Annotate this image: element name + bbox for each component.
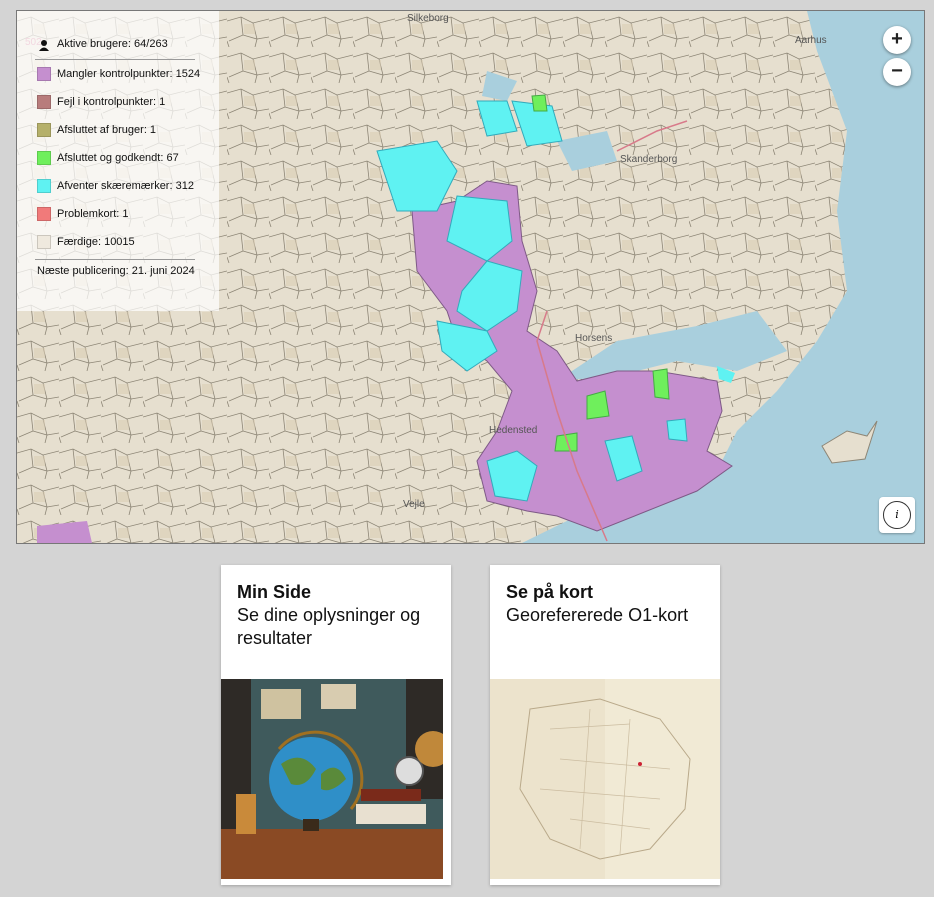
card-subtitle: Se dine oplysninger og resultater [237, 605, 421, 648]
place-label: Vejle [403, 499, 425, 510]
card-subtitle: Georefererede O1-kort [506, 605, 689, 625]
legend-swatch [37, 95, 51, 109]
legend-item: Problemkort: 1 [37, 206, 129, 222]
old-map-image [490, 679, 720, 879]
place-label: Hedensted [489, 425, 538, 436]
map-legend: Aktive brugere: 64/263 Mangler kontrolpu… [17, 11, 219, 311]
legend-swatch [37, 179, 51, 193]
legend-item: Afsluttet og godkendt: 67 [37, 150, 179, 166]
legend-item: Mangler kontrolpunkter: 1524 [37, 66, 200, 82]
legend-swatch [37, 207, 51, 221]
user-icon [37, 37, 51, 51]
legend-item: Afsluttet af bruger: 1 [37, 122, 156, 138]
place-label: Horsens [575, 333, 613, 344]
legend-swatch [37, 67, 51, 81]
globe-desk-image [221, 679, 443, 879]
legend-item: Afventer skæremærker: 312 [37, 178, 194, 194]
place-label: Silkeborg [407, 13, 449, 24]
publication-date: Næste publicering: 21. juni 2024 [37, 265, 195, 277]
card-title: Se på kort [506, 582, 594, 602]
card-min-side[interactable]: Min Side Se dine oplysninger og resultat… [221, 565, 451, 885]
card-se-paa-kort[interactable]: Se på kort Georefererede O1-kort [490, 565, 720, 885]
zoom-out-button[interactable]: − [883, 58, 911, 86]
zoom-in-button[interactable]: + [883, 26, 911, 54]
place-label: Aarhus [795, 35, 827, 46]
legend-item: Færdige: 10015 [37, 234, 135, 250]
legend-item: Fejl i kontrolpunkter: 1 [37, 94, 165, 110]
map-viewer[interactable]: Silkeborg Skanderborg Horsens Hedensted … [16, 10, 925, 544]
legend-swatch [37, 235, 51, 249]
place-label: Skanderborg [620, 154, 678, 165]
info-icon: i [883, 501, 911, 529]
legend-swatch [37, 123, 51, 137]
legend-swatch [37, 151, 51, 165]
card-title: Min Side [237, 582, 312, 602]
info-button[interactable]: i [879, 497, 915, 533]
legend-active-users: Aktive brugere: 64/263 [37, 36, 168, 52]
